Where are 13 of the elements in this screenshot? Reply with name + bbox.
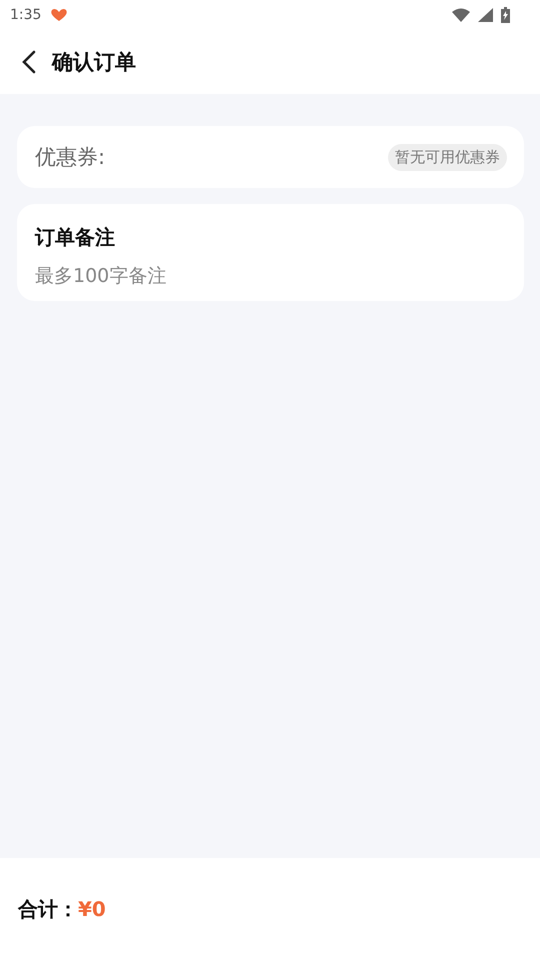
note-input-field[interactable]: 最多100字备注 — [35, 265, 506, 287]
battery-icon — [501, 7, 510, 23]
coupon-card[interactable]: 优惠券: 暂无可用优惠券 — [17, 126, 524, 188]
page-title: 确认订单 — [52, 49, 136, 76]
wifi-icon — [452, 8, 470, 22]
total-amount: ¥0 — [78, 897, 106, 921]
total-label: 合计： — [18, 896, 78, 922]
note-title: 订单备注 — [35, 224, 116, 251]
status-time: 1:35 — [10, 7, 42, 23]
signal-icon — [478, 8, 493, 22]
coupon-label: 优惠券: — [35, 144, 106, 171]
no-coupon-tag: 暂无可用优惠券 — [388, 144, 507, 170]
back-icon[interactable] — [20, 50, 38, 74]
